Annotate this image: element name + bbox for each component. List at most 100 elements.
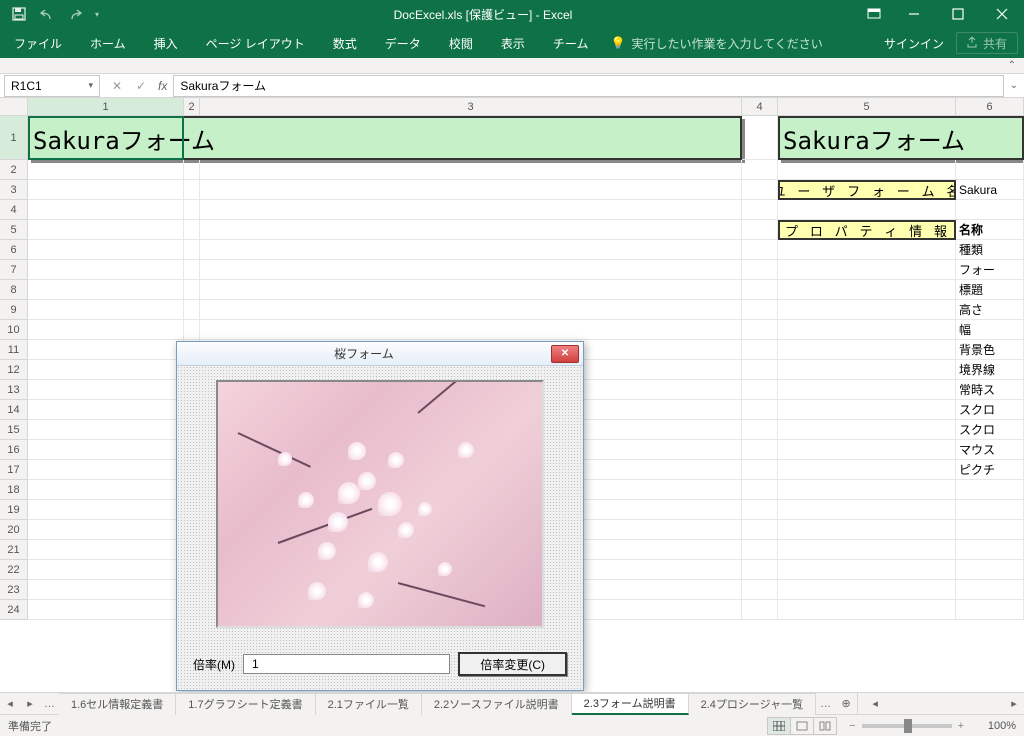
tab-view[interactable]: 表示 (487, 28, 539, 58)
cell[interactable] (778, 540, 956, 560)
cell[interactable] (742, 400, 778, 420)
cell[interactable] (956, 500, 1024, 520)
cell[interactable] (742, 540, 778, 560)
row-header[interactable]: 7 (0, 260, 28, 280)
cell[interactable] (200, 300, 742, 320)
cell[interactable] (28, 520, 184, 540)
row-header[interactable]: 9 (0, 300, 28, 320)
cell[interactable] (184, 220, 200, 240)
sheet-tab[interactable]: 1.6セル情報定義書 (59, 693, 176, 715)
row-header[interactable]: 16 (0, 440, 28, 460)
row-header[interactable]: 14 (0, 400, 28, 420)
cell[interactable]: Sakura (956, 180, 1024, 200)
cell[interactable] (778, 380, 956, 400)
zoom-thumb[interactable] (904, 719, 912, 733)
cell[interactable] (742, 220, 778, 240)
tab-review[interactable]: 校閲 (435, 28, 487, 58)
cell[interactable]: 名称 (956, 220, 1024, 240)
zoom-in-button[interactable]: + (958, 720, 964, 732)
dialog-close-button[interactable]: ✕ (551, 345, 579, 363)
cell[interactable] (778, 480, 956, 500)
cell[interactable] (778, 580, 956, 600)
row-header[interactable]: 1 (0, 116, 28, 160)
cell[interactable]: Sakuraフォーム (28, 116, 742, 160)
row-header[interactable]: 13 (0, 380, 28, 400)
column-header[interactable]: 1 (28, 98, 184, 116)
cell[interactable] (778, 360, 956, 380)
cell[interactable] (742, 380, 778, 400)
cell[interactable] (184, 200, 200, 220)
cell[interactable] (778, 320, 956, 340)
sheet-tab[interactable]: 1.7グラフシート定義書 (176, 693, 315, 715)
tell-me-search[interactable]: 💡 実行したい作業を入力してください (602, 35, 871, 52)
cell[interactable] (184, 260, 200, 280)
cell[interactable] (742, 440, 778, 460)
row-header[interactable]: 18 (0, 480, 28, 500)
cell[interactable] (200, 160, 742, 180)
tab-formulas[interactable]: 数式 (319, 28, 371, 58)
scroll-right-icon[interactable]: ▸ (1004, 694, 1024, 714)
tab-insert[interactable]: 挿入 (140, 28, 192, 58)
signin-link[interactable]: サインイン (872, 35, 956, 52)
cell[interactable] (742, 160, 778, 180)
cell[interactable] (200, 200, 742, 220)
maximize-button[interactable] (936, 0, 980, 28)
select-all-button[interactable] (0, 98, 28, 116)
cell[interactable] (200, 280, 742, 300)
worksheet-grid[interactable]: 123456 123456789101112131415161718192021… (0, 98, 1024, 692)
name-box[interactable]: R1C1 ▾ (4, 75, 100, 97)
fx-label-icon[interactable]: fx (158, 79, 167, 93)
row-header[interactable]: 22 (0, 560, 28, 580)
cell[interactable] (28, 400, 184, 420)
cell[interactable]: 標題 (956, 280, 1024, 300)
cell[interactable] (778, 240, 956, 260)
cell[interactable]: 境界線 (956, 360, 1024, 380)
column-header[interactable]: 4 (742, 98, 778, 116)
cell[interactable] (778, 420, 956, 440)
cell[interactable] (742, 180, 778, 200)
cell[interactable] (742, 480, 778, 500)
horizontal-scrollbar[interactable] (891, 697, 998, 711)
save-icon[interactable] (6, 2, 32, 26)
new-sheet-button[interactable]: ⊕ (835, 693, 857, 715)
cell[interactable]: 背景色 (956, 340, 1024, 360)
cell[interactable] (184, 180, 200, 200)
tab-file[interactable]: ファイル (0, 28, 76, 58)
cell[interactable]: ユ ー ザ フ ォ ー ム 名 (778, 180, 956, 200)
name-box-dropdown-icon[interactable]: ▾ (88, 80, 93, 91)
cell[interactable] (28, 600, 184, 620)
cell[interactable] (200, 260, 742, 280)
cell[interactable] (28, 200, 184, 220)
sheet-tab[interactable]: 2.3フォーム説明書 (572, 693, 689, 715)
cell[interactable] (28, 480, 184, 500)
row-header[interactable]: 15 (0, 420, 28, 440)
cell[interactable] (956, 200, 1024, 220)
cell[interactable] (742, 200, 778, 220)
cell[interactable] (28, 380, 184, 400)
cell[interactable] (778, 460, 956, 480)
splitter[interactable] (857, 693, 865, 714)
row-header[interactable]: 2 (0, 160, 28, 180)
row-header[interactable]: 19 (0, 500, 28, 520)
cell[interactable] (742, 360, 778, 380)
zoom-percentage[interactable]: 100% (970, 720, 1016, 732)
cell[interactable] (742, 116, 778, 160)
row-header[interactable]: 12 (0, 360, 28, 380)
tab-home[interactable]: ホーム (76, 28, 140, 58)
row-header[interactable]: 17 (0, 460, 28, 480)
cell[interactable] (956, 480, 1024, 500)
collapse-ribbon-icon[interactable]: ⌃ (1008, 60, 1016, 71)
cell[interactable]: 常時ス (956, 380, 1024, 400)
cell[interactable] (184, 240, 200, 260)
cell[interactable] (956, 520, 1024, 540)
cell[interactable] (28, 280, 184, 300)
ratio-input[interactable]: 1 (243, 654, 450, 674)
cell[interactable] (778, 440, 956, 460)
row-header[interactable]: 24 (0, 600, 28, 620)
scroll-left-icon[interactable]: ◂ (865, 694, 885, 714)
cell[interactable] (28, 160, 184, 180)
column-header[interactable]: 5 (778, 98, 956, 116)
qat-customize-icon[interactable]: ▾ (90, 2, 104, 26)
dialog-title-bar[interactable]: 桜フォーム ✕ (177, 342, 583, 366)
cell[interactable] (778, 560, 956, 580)
